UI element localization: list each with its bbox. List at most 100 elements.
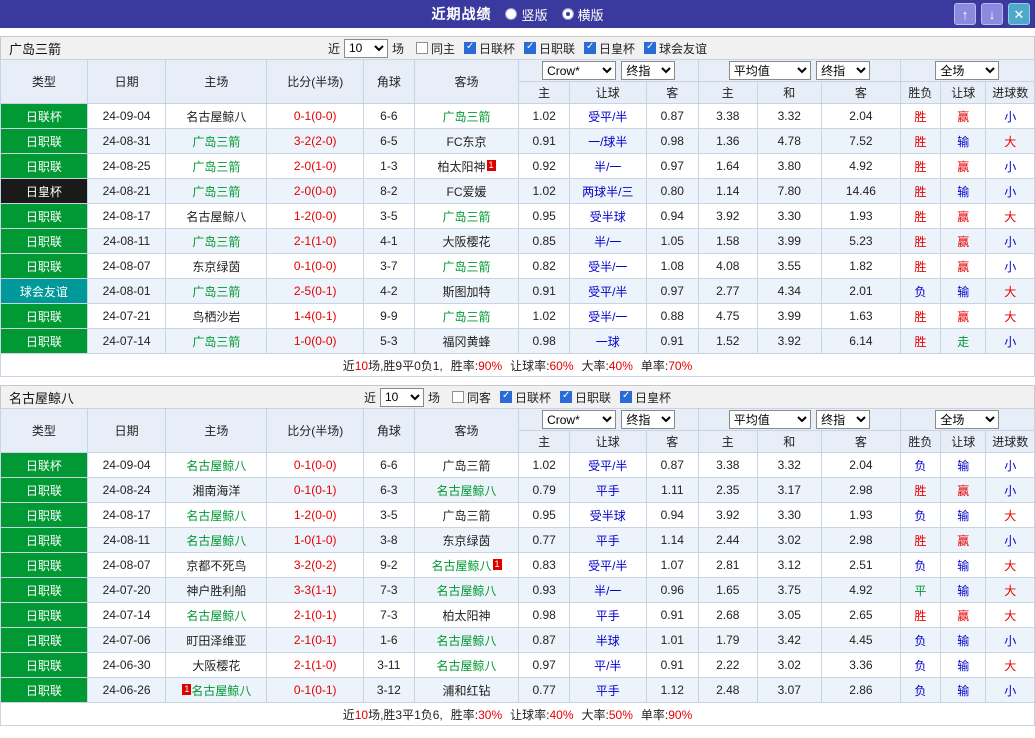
checkbox[interactable] <box>644 41 657 54</box>
team-name[interactable]: 广岛三箭 <box>443 459 491 473</box>
summary-stat-value: 90% <box>668 707 693 722</box>
team-name[interactable]: 名古屋鲸八 <box>186 110 246 124</box>
checkbox[interactable] <box>463 41 476 54</box>
average-select[interactable]: 平均值 <box>728 410 811 429</box>
cell-avg-draw: 3.99 <box>756 303 823 329</box>
checkbox[interactable] <box>500 390 512 403</box>
team-section-nagoya: 名古屋鲸八 近 10 场 同客日联杯日职联日皇杯 类型 日期 主场 比分(半 <box>0 385 1035 726</box>
filter-option[interactable]: 同客 <box>451 389 491 406</box>
cell-score: 1-0(0-0) <box>266 328 365 354</box>
match-count-select[interactable]: 10 <box>343 38 388 58</box>
team-name[interactable]: 东京绿茵 <box>192 260 240 274</box>
col-avg-home: 主 <box>698 81 758 104</box>
team-name[interactable]: 名古屋鲸八 <box>186 509 246 523</box>
team-name[interactable]: 京都不死鸟 <box>186 559 246 573</box>
summary-text: 场,胜9平0负1, <box>368 358 443 373</box>
filter-option[interactable]: 球会友谊 <box>644 40 707 57</box>
col-odds-handicap: 让球 <box>568 430 647 453</box>
team-name[interactable]: 神户胜利船 <box>186 584 246 598</box>
scroll-up-button[interactable]: ↑ <box>954 3 976 25</box>
cell-home-team: 广岛三箭 <box>165 178 268 204</box>
odds-stage-select[interactable]: 终指 <box>621 410 676 429</box>
checkbox[interactable] <box>560 390 573 403</box>
col-goals: 进球数 <box>985 430 1035 453</box>
team-name[interactable]: 名古屋鲸八 <box>186 459 246 473</box>
cell-score: 0-1(0-0) <box>266 452 365 478</box>
section-header-bar: 名古屋鲸八 近 10 场 同客 日联杯 日职联 日皇杯 <box>0 385 1035 408</box>
team-name[interactable]: 鸟栖沙岩 <box>192 310 240 324</box>
team-name[interactable]: 名古屋鲸八 <box>437 634 497 648</box>
average-odds-cell: 平均值 终指 <box>698 59 901 82</box>
average-select[interactable]: 平均值 <box>728 61 811 80</box>
bookmaker-select[interactable]: Crow* <box>542 410 617 429</box>
team-name[interactable]: 大阪樱花 <box>443 235 491 249</box>
filter-option[interactable]: 日联杯 <box>500 389 551 406</box>
cell-handicap-result: 赢 <box>940 228 987 254</box>
team-name[interactable]: 广岛三箭 <box>443 210 491 224</box>
bookmaker-select[interactable]: Crow* <box>542 61 617 80</box>
checkbox[interactable] <box>620 390 633 403</box>
summary-row: 近10场,胜9平0负1, 胜率:90% 让球率:60% 大率:40% 单率:70% <box>0 353 1035 377</box>
scroll-down-button[interactable]: ↓ <box>981 3 1003 25</box>
team-name[interactable]: 名古屋鲸八 <box>186 534 246 548</box>
team-name[interactable]: 柏太阳神 <box>443 609 491 623</box>
match-count-select[interactable]: 10 <box>379 387 424 407</box>
team-name[interactable]: 福冈黄蜂 <box>443 335 491 349</box>
checkbox[interactable] <box>451 391 464 403</box>
team-name[interactable]: 广岛三箭 <box>192 285 240 299</box>
filter-option[interactable]: 同主 <box>415 40 455 57</box>
odds-stage-select[interactable]: 终指 <box>621 61 676 80</box>
team-name[interactable]: 大阪樱花 <box>192 659 240 673</box>
full-match-select[interactable]: 全场 <box>935 61 1000 80</box>
team-name[interactable]: 广岛三箭 <box>443 110 491 124</box>
cell-away-team: 名古屋鲸八 <box>413 577 520 603</box>
cell-avg-home: 2.77 <box>698 278 758 304</box>
cell-away-team: 名古屋鲸八 1 <box>413 552 520 578</box>
team-name[interactable]: FC爱媛 <box>447 185 487 199</box>
average-stage-select[interactable]: 终指 <box>816 410 871 429</box>
team-name[interactable]: 广岛三箭 <box>192 185 240 199</box>
filter-option[interactable]: 日皇杯 <box>584 40 635 57</box>
cell-score: 1-2(0-0) <box>266 502 365 528</box>
team-name[interactable]: 东京绿茵 <box>443 534 491 548</box>
team-name[interactable]: 广岛三箭 <box>443 509 491 523</box>
filter-option[interactable]: 日职联 <box>524 40 575 57</box>
team-name[interactable]: 名古屋鲸八 <box>186 609 246 623</box>
filter-option[interactable]: 日职联 <box>560 389 611 406</box>
team-name[interactable]: 名古屋鲸八 <box>437 484 497 498</box>
cell-odds-away: 1.07 <box>645 552 700 578</box>
cell-avg-draw: 3.32 <box>756 452 823 478</box>
layout-radio-vertical[interactable]: 竖版 <box>505 5 548 24</box>
close-button[interactable]: ✕ <box>1008 3 1030 25</box>
cell-avg-draw: 3.80 <box>756 153 823 179</box>
team-name[interactable]: 斯图加特 <box>443 285 491 299</box>
team-name[interactable]: 广岛三箭 <box>192 235 240 249</box>
team-name[interactable]: 柏太阳神 <box>438 160 486 174</box>
team-name[interactable]: 广岛三箭 <box>192 135 240 149</box>
cell-avg-home: 4.75 <box>698 303 758 329</box>
checkbox[interactable] <box>524 41 536 54</box>
team-name[interactable]: 浦和红钻 <box>443 684 491 698</box>
team-name[interactable]: 广岛三箭 <box>443 310 491 324</box>
team-name[interactable]: 名古屋鲸八 <box>437 659 497 673</box>
team-name[interactable]: 名古屋鲸八 <box>437 584 497 598</box>
team-name[interactable]: 名古屋鲸八 <box>191 684 251 698</box>
filter-option[interactable]: 日联杯 <box>463 40 515 57</box>
layout-radio-horizontal[interactable]: 横版 <box>561 5 604 24</box>
team-name[interactable]: 广岛三箭 <box>443 260 491 274</box>
filter-option[interactable]: 日皇杯 <box>620 389 671 406</box>
average-stage-select[interactable]: 终指 <box>816 61 871 80</box>
team-name[interactable]: 町田泽维亚 <box>186 634 246 648</box>
team-name[interactable]: FC东京 <box>447 135 487 149</box>
team-name[interactable]: 名古屋鲸八 <box>186 210 246 224</box>
full-match-select[interactable]: 全场 <box>935 410 1000 429</box>
team-name[interactable]: 广岛三箭 <box>192 335 240 349</box>
checkbox[interactable] <box>584 41 597 54</box>
cell-avg-home: 3.92 <box>698 203 758 229</box>
cell-avg-away: 4.92 <box>821 577 901 603</box>
team-name[interactable]: 湘南海洋 <box>192 484 240 498</box>
checkbox[interactable] <box>415 42 428 54</box>
team-name[interactable]: 广岛三箭 <box>192 160 240 174</box>
cell-avg-away: 3.36 <box>821 652 901 678</box>
team-name[interactable]: 名古屋鲸八 <box>432 559 492 573</box>
